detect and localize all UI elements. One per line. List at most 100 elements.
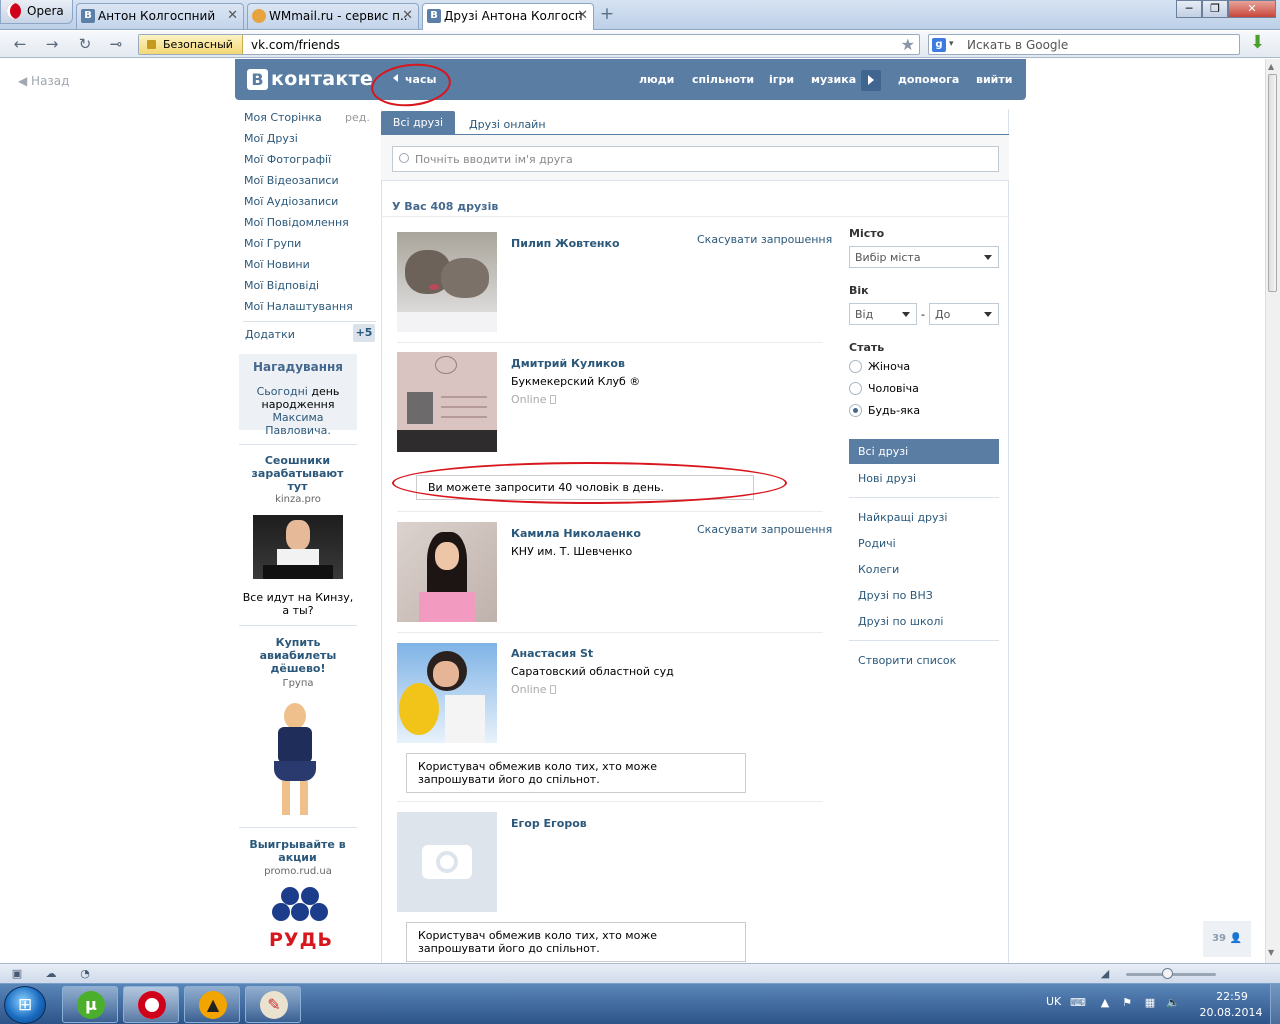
left-menu-settings[interactable]: Мої Налаштування [244, 300, 353, 313]
friend-photo[interactable] [397, 522, 497, 622]
close-window-icon[interactable]: ✕ [1228, 0, 1276, 18]
friend-photo[interactable] [397, 643, 497, 743]
fit-page-icon[interactable]: ◢ [1098, 967, 1112, 980]
search-engine-dropdown-icon[interactable]: ▾ [949, 39, 954, 49]
reminder-today-link[interactable]: Сьогодні [257, 385, 308, 398]
taskbar-opera[interactable] [123, 986, 179, 1023]
vk-logo-text[interactable]: контакте [271, 68, 373, 90]
friend-photo[interactable] [397, 232, 497, 332]
age-from-select[interactable]: Від [849, 303, 917, 325]
ad-title[interactable]: Купить авиабилеты дёшево! [249, 636, 347, 675]
list-all-friends-active[interactable]: Всі друзі [849, 439, 999, 464]
left-menu-friends[interactable]: Мої Друзі [244, 132, 298, 145]
left-menu-my-page[interactable]: Моя Сторінка [244, 111, 322, 124]
keyboard-language[interactable]: UK [1046, 995, 1061, 1008]
gender-radio-male[interactable] [849, 382, 862, 395]
reload-icon[interactable]: ↻ [75, 35, 95, 53]
nav-communities[interactable]: спільноти [692, 73, 754, 86]
friend-name[interactable]: Камила Николаенко [511, 527, 641, 540]
clock-time[interactable]: 22:59 [1200, 990, 1264, 1003]
left-menu-answers[interactable]: Мої Відповіді [244, 279, 319, 292]
list-best-friends[interactable]: Найкращі друзі [858, 511, 947, 524]
friend-name[interactable]: Егор Егоров [511, 817, 587, 830]
reminder-person-link[interactable]: Максима Павловича. [265, 411, 331, 437]
ad-title[interactable]: Сеошники зарабатывают тут [245, 454, 350, 493]
gender-radio-female[interactable] [849, 360, 862, 373]
tab-close-icon[interactable]: ✕ [227, 8, 238, 23]
city-select[interactable]: Вибір міста [849, 246, 999, 268]
list-new-friends[interactable]: Нові друзі [858, 472, 916, 485]
ad-image[interactable] [256, 699, 338, 819]
forward-arrow-icon[interactable]: → [42, 35, 62, 53]
opera-unite-cloud-icon[interactable]: ☁ [44, 967, 58, 980]
age-to-select[interactable]: До [929, 303, 999, 325]
tray-expand-icon[interactable]: ▲ [1098, 996, 1112, 1009]
maximize-window-icon[interactable]: ❐ [1202, 0, 1228, 18]
gender-label-female[interactable]: Жіноча [868, 360, 910, 373]
friend-name[interactable]: Анастасия St [511, 647, 593, 660]
secure-badge[interactable]: Безопасный [139, 35, 243, 54]
back-arrow-icon[interactable]: ← [10, 35, 30, 53]
browser-tab-active[interactable]: В Друзі Антона Колгосп... ✕ [422, 3, 594, 30]
left-menu-videos[interactable]: Мої Відеозаписи [244, 174, 339, 187]
tab-friends-online[interactable]: Друзі онлайн [469, 118, 546, 131]
ad-text[interactable]: Все идут на Кинзу, а ты? [239, 591, 357, 617]
action-center-flag-icon[interactable]: ⚑ [1120, 996, 1134, 1009]
panel-toggle-icon[interactable]: ▣ [10, 967, 24, 980]
left-menu-photos[interactable]: Мої Фотографії [244, 153, 331, 166]
tab-all-friends[interactable]: Всі друзі [381, 111, 455, 135]
ad-title[interactable]: Выигрывайте в акции [245, 838, 350, 864]
friend-search-input[interactable]: Почніть вводити ім'я друга [392, 146, 999, 172]
volume-icon[interactable]: 🔈 [1166, 996, 1180, 1009]
nav-people[interactable]: люди [639, 73, 674, 86]
network-icon[interactable]: ▦ [1143, 996, 1157, 1009]
gender-label-male[interactable]: Чоловіча [868, 382, 919, 395]
address-bar[interactable]: Безопасный vk.com/friends ★ [138, 34, 920, 55]
chat-online-counter[interactable]: 39 👤 [1203, 921, 1251, 957]
left-menu-apps[interactable]: Додатки [245, 328, 295, 341]
show-desktop-button[interactable] [1270, 984, 1280, 1024]
nav-games[interactable]: ігри [769, 73, 794, 86]
turbo-speedometer-icon[interactable]: ◔ [78, 967, 92, 980]
back-link[interactable]: ◀ Назад [18, 74, 69, 88]
google-icon[interactable]: g [932, 38, 946, 52]
left-menu-audio[interactable]: Мої Аудіозаписи [244, 195, 338, 208]
browser-tab[interactable]: В Антон Колгоспний ✕ [76, 3, 244, 29]
zoom-slider-handle[interactable] [1162, 968, 1173, 979]
left-menu-groups[interactable]: Мої Групи [244, 237, 301, 250]
vk-logo-icon[interactable]: В [247, 69, 268, 90]
browser-tab[interactable]: WMmail.ru - сервис п... ✕ [247, 3, 419, 29]
new-tab-plus-icon[interactable]: + [598, 6, 616, 24]
start-button[interactable]: ⊞ [4, 986, 46, 1024]
create-list-link[interactable]: Створити список [858, 654, 956, 667]
friend-name[interactable]: Дмитрий Куликов [511, 357, 625, 370]
rud-logo[interactable]: РУДЬ [260, 885, 340, 955]
opera-menu-button[interactable]: Opera [0, 0, 73, 24]
friend-photo-placeholder[interactable] [397, 812, 497, 912]
left-menu-messages[interactable]: Мої Повідомлення [244, 216, 349, 229]
nav-help[interactable]: допомога [898, 73, 959, 86]
friend-name[interactable]: Пилип Жовтенко [511, 237, 620, 250]
minimize-window-icon[interactable]: ─ [1176, 0, 1202, 18]
key-icon[interactable]: ⊸ [106, 35, 126, 53]
apps-count-badge[interactable]: +5 [353, 324, 375, 342]
list-relatives[interactable]: Родичі [858, 537, 896, 550]
gender-radio-any[interactable] [849, 404, 862, 417]
taskbar-utorrent[interactable]: µ [62, 986, 118, 1023]
scroll-down-arrow-icon[interactable]: ▼ [1268, 948, 1274, 957]
gender-label-any[interactable]: Будь-яка [868, 404, 920, 417]
tab-close-icon[interactable]: ✕ [402, 8, 413, 23]
cancel-invite-link[interactable]: Скасувати запрошення [697, 233, 832, 246]
nav-music[interactable]: музика [811, 73, 856, 86]
cancel-invite-link[interactable]: Скасувати запрошення [697, 523, 832, 536]
bookmark-star-icon[interactable]: ★ [901, 35, 915, 54]
list-university-friends[interactable]: Друзі по ВНЗ [858, 589, 933, 602]
ad-image[interactable] [253, 515, 343, 579]
list-school-friends[interactable]: Друзі по школі [858, 615, 943, 628]
nav-logout[interactable]: вийти [976, 73, 1012, 86]
scrollbar-thumb[interactable] [1268, 74, 1277, 292]
left-menu-edit-link[interactable]: ред. [345, 111, 370, 124]
keyboard-icon[interactable]: ⌨ [1070, 996, 1086, 1009]
friend-photo[interactable] [397, 352, 497, 452]
search-field[interactable]: g ▾ Искать в Google [928, 34, 1240, 55]
